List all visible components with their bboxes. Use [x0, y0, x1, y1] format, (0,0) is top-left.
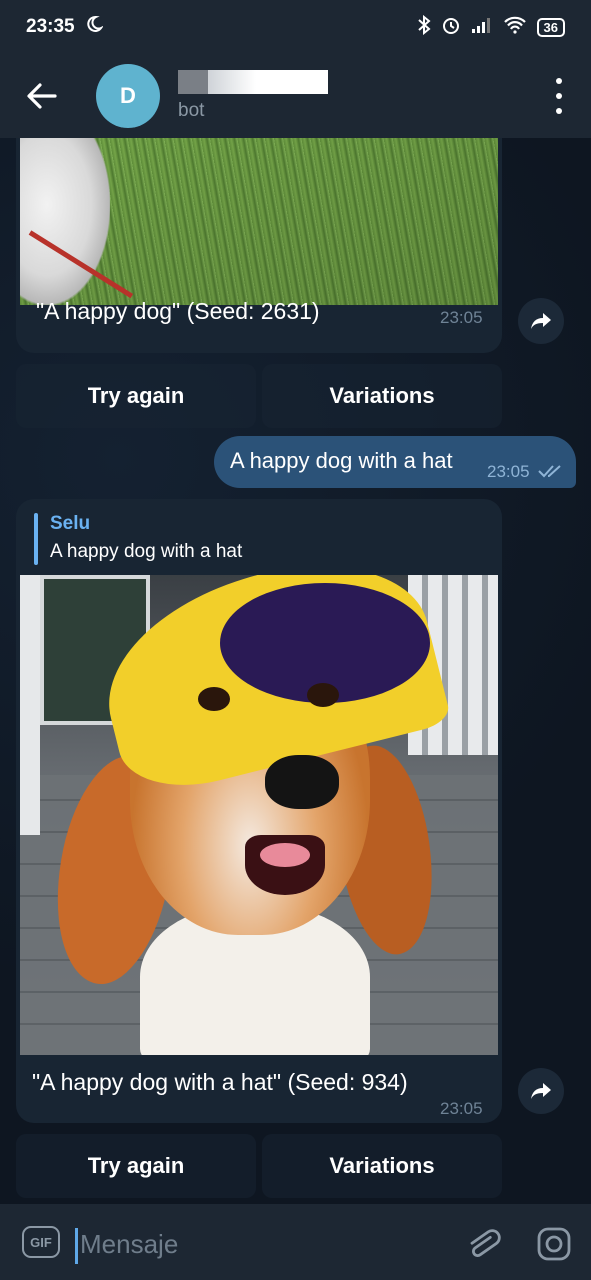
dot-icon — [556, 78, 562, 84]
message-bubble-bot-photo-2[interactable]: Selu A happy dog with a hat "A happy dog… — [16, 499, 502, 1123]
try-again-button[interactable]: Try again — [16, 1134, 256, 1198]
instagram-camera-icon — [537, 1227, 571, 1261]
signal-icon — [471, 16, 493, 38]
bluetooth-icon — [417, 14, 431, 39]
more-menu-button[interactable] — [549, 78, 569, 114]
status-right: 36 — [417, 14, 565, 39]
paperclip-icon — [470, 1229, 501, 1257]
gif-button[interactable]: GIF — [22, 1226, 60, 1258]
message-bubble-outgoing[interactable]: A happy dog with a hat 23:05 — [214, 436, 576, 488]
battery-icon: 36 — [536, 17, 565, 37]
dot-icon — [556, 93, 562, 99]
moon-icon — [85, 15, 104, 39]
photo-dog-figure — [20, 138, 110, 305]
status-left: 23:35 — [26, 15, 104, 39]
chat-name-redacted — [178, 70, 328, 94]
reply-quote-bar — [34, 513, 38, 565]
attach-button[interactable] — [462, 1224, 502, 1264]
message-photo-dog-with-hat[interactable] — [20, 575, 498, 1055]
message-bubble-bot-photo-1[interactable]: "A happy dog" (Seed: 2631) 23:05 — [16, 138, 502, 353]
message-caption: "A happy dog" (Seed: 2631) — [36, 298, 320, 324]
chat-subtitle: bot — [178, 100, 205, 121]
reply-text[interactable]: A happy dog with a hat — [50, 541, 242, 563]
forward-button[interactable] — [518, 298, 564, 344]
message-text: A happy dog with a hat — [230, 448, 453, 473]
status-time: 23:35 — [26, 16, 75, 37]
variations-button[interactable]: Variations — [262, 1134, 502, 1198]
photo-dog-tongue — [260, 843, 310, 867]
chat-header: D bot — [0, 54, 591, 138]
wifi-icon — [503, 16, 527, 38]
message-time: 23:05 — [487, 462, 530, 481]
message-photo-dog-on-grass[interactable] — [20, 138, 498, 305]
photo-dog-eye-right — [307, 683, 339, 707]
double-check-icon — [538, 465, 561, 478]
reply-author[interactable]: Selu — [50, 513, 90, 535]
dot-icon — [556, 108, 562, 114]
message-input[interactable] — [76, 1224, 456, 1264]
alarm-icon — [441, 15, 461, 39]
chat-title-block[interactable]: bot — [178, 70, 328, 122]
message-input-bar: GIF — [0, 1204, 591, 1280]
message-caption: "A happy dog with a hat" (Seed: 934) — [32, 1069, 408, 1095]
photo-wall — [20, 575, 40, 835]
try-again-button[interactable]: Try again — [16, 364, 256, 428]
photo-dog-nose — [265, 755, 339, 809]
message-time: 23:05 — [440, 1099, 483, 1118]
camera-button[interactable] — [536, 1226, 572, 1262]
forward-button[interactable] — [518, 1068, 564, 1114]
avatar[interactable]: D — [96, 64, 160, 128]
arrow-left-icon — [27, 83, 57, 109]
variations-button[interactable]: Variations — [262, 364, 502, 428]
share-arrow-icon — [531, 1083, 551, 1099]
back-button[interactable] — [12, 66, 72, 126]
share-arrow-icon — [531, 313, 551, 329]
chat-messages[interactable]: "A happy dog" (Seed: 2631) 23:05 Try aga… — [0, 138, 591, 1204]
status-bar: 23:35 36 — [0, 0, 591, 54]
photo-dog-eye-left — [198, 687, 230, 711]
message-time: 23:05 — [440, 308, 483, 327]
